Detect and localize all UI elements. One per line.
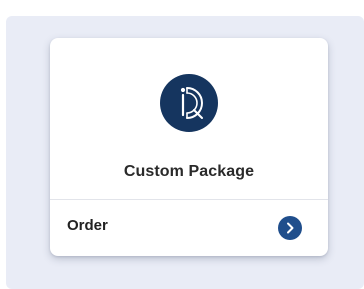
order-button[interactable] [278,216,302,240]
order-label[interactable]: Order [67,217,108,234]
brand-logo-icon [160,74,218,132]
package-card: Custom Package Order [50,38,328,256]
chevron-right-icon [287,222,294,234]
card-title: Custom Package [123,163,255,180]
card-body: Custom Package [50,38,328,199]
order-row[interactable]: Order [50,200,328,256]
